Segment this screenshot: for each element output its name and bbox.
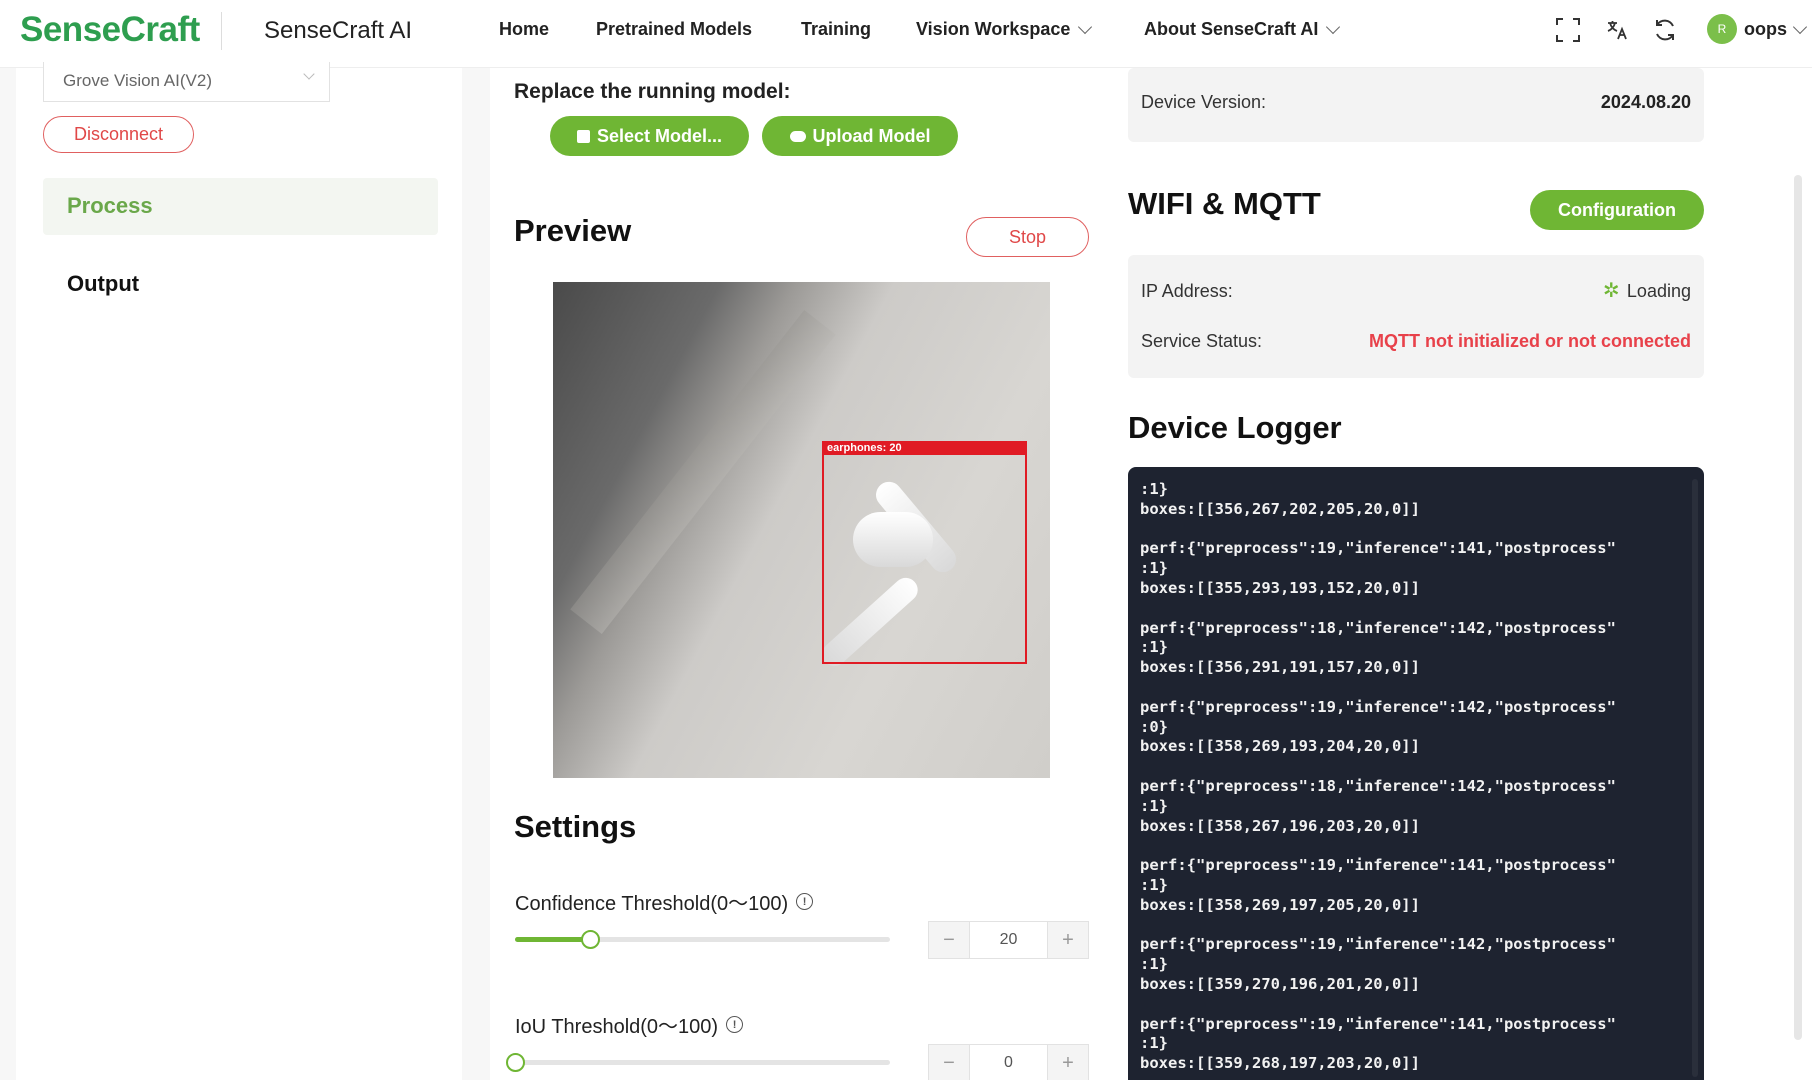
model-icon [576,129,590,143]
log-line: :1} [1140,875,1168,894]
upload-cloud-icon [789,130,806,142]
log-line: boxes:[[358,267,196,203,20,0]] [1140,816,1420,835]
nav-about[interactable]: About SenseCraft AI [1144,19,1341,40]
log-line: perf:{"preprocess":19,"inference":142,"p… [1140,935,1616,954]
slider-thumb[interactable] [581,930,600,949]
loading-spinner-icon: ✲ [1602,280,1620,302]
configuration-button[interactable]: Configuration [1530,190,1704,230]
iou-stepper[interactable]: − 0 + [928,1044,1089,1080]
decrement-button[interactable]: − [929,1045,969,1080]
log-line: boxes:[[356,291,191,157,20,0]] [1140,658,1420,677]
slider-thumb[interactable] [506,1053,525,1072]
sidebar-item-output[interactable]: Output [43,256,438,313]
confidence-label: Confidence Threshold(0～100) ! [515,887,814,916]
refresh-icon[interactable] [1651,16,1679,44]
device-select[interactable]: Grove Vision AI(V2) [43,62,330,102]
settings-title: Settings [514,809,637,844]
logger-scrollbar[interactable] [1692,479,1698,1077]
log-line: :1} [1140,480,1168,498]
upload-model-button[interactable]: Upload Model [762,116,958,156]
ip-address-label: IP Address: [1141,281,1233,301]
device-logger[interactable]: :1} boxes:[[356,267,202,205,20,0]] perf:{"… [1128,467,1704,1080]
replace-model-title: Replace the running model: [514,80,791,103]
log-line: boxes:[[355,293,193,152,20,0]] [1140,578,1420,597]
log-line: perf:{"preprocess":19,"inference":142,"p… [1140,697,1616,716]
log-line: perf:{"preprocess":19,"inference":141,"p… [1140,856,1616,875]
log-line: perf:{"preprocess":18,"inference":142,"p… [1140,776,1616,795]
top-navbar: SenseCraft SenseCraft AI Home Pretrained… [0,0,1812,68]
device-version-label: Device Version: [1141,92,1267,112]
log-line: boxes:[[358,269,193,204,20,0]] [1140,737,1420,756]
ip-address-value: Loading [1626,281,1691,301]
app-name: SenseCraft AI [264,17,413,44]
iou-value[interactable]: 0 [969,1045,1048,1080]
log-line: :1} [1140,1034,1168,1053]
device-version-value: 2024.08.20 [1600,92,1691,112]
info-icon[interactable]: ! [796,893,814,910]
log-line: :0} [1140,717,1168,736]
sidebar-item-process[interactable]: Process [43,178,438,235]
preview-title: Preview [514,213,632,248]
chevron-down-icon [1078,19,1093,35]
detection-label: earphones: 20 [822,441,1027,455]
select-model-button[interactable]: Select Model... [550,116,749,156]
log-line: perf:{"preprocess":19,"inference":141,"p… [1140,1014,1616,1033]
service-status-label: Service Status: [1141,331,1263,351]
confidence-value[interactable]: 20 [969,922,1048,958]
log-line: :1} [1140,796,1168,815]
fullscreen-icon[interactable] [1554,16,1582,44]
log-line: :1} [1140,559,1168,578]
nav-vision-workspace[interactable]: Vision Workspace [916,19,1093,40]
disconnect-button[interactable]: Disconnect [43,116,194,153]
sensecraft-logo[interactable]: SenseCraft [20,10,200,50]
iou-slider[interactable] [506,1053,890,1072]
info-icon[interactable]: ! [726,1016,744,1033]
user-menu[interactable]: oops [1744,19,1808,40]
chevron-down-icon [303,68,315,80]
decrement-button[interactable]: − [929,922,969,958]
increment-button[interactable]: + [1048,1045,1088,1080]
log-line: perf:{"preprocess":19,"inference":141,"p… [1140,539,1616,558]
log-line: boxes:[[359,270,196,201,20,0]] [1140,974,1420,993]
log-line: boxes:[[359,268,197,203,20,0]] [1140,1054,1420,1073]
stop-button[interactable]: Stop [966,217,1089,257]
chevron-down-icon [1792,19,1808,35]
nav-training[interactable]: Training [801,19,871,40]
nav-home[interactable]: Home [499,19,549,40]
page-scrollbar[interactable] [1794,175,1802,1040]
log-line: perf:{"preprocess":18,"inference":142,"p… [1140,618,1616,637]
detection-box [822,442,1027,664]
log-line: boxes:[[356,267,202,205,20,0]] [1140,499,1420,518]
avatar[interactable]: R [1707,14,1737,44]
increment-button[interactable]: + [1048,922,1088,958]
confidence-slider[interactable] [515,930,890,949]
wifi-mqtt-title: WIFI & MQTT [1128,186,1321,221]
log-line: :1} [1140,638,1168,657]
logo-divider [221,12,222,50]
nav-pretrained-models[interactable]: Pretrained Models [596,19,752,40]
log-line: :1} [1140,955,1168,974]
confidence-stepper[interactable]: − 20 + [928,921,1089,959]
device-info-card: Device Version: 2024.08.20 [1128,68,1704,142]
device-logger-title: Device Logger [1128,410,1342,445]
translate-icon[interactable] [1603,16,1631,44]
service-status-value: MQTT not initialized or not connected [1369,331,1691,351]
chevron-down-icon [1326,19,1341,35]
log-line: boxes:[[358,269,197,205,20,0]] [1140,895,1420,914]
iou-label: IoU Threshold(0～100) ! [515,1010,744,1039]
network-info-card: IP Address: ✲ Loading Service Status: MQT… [1128,255,1704,378]
